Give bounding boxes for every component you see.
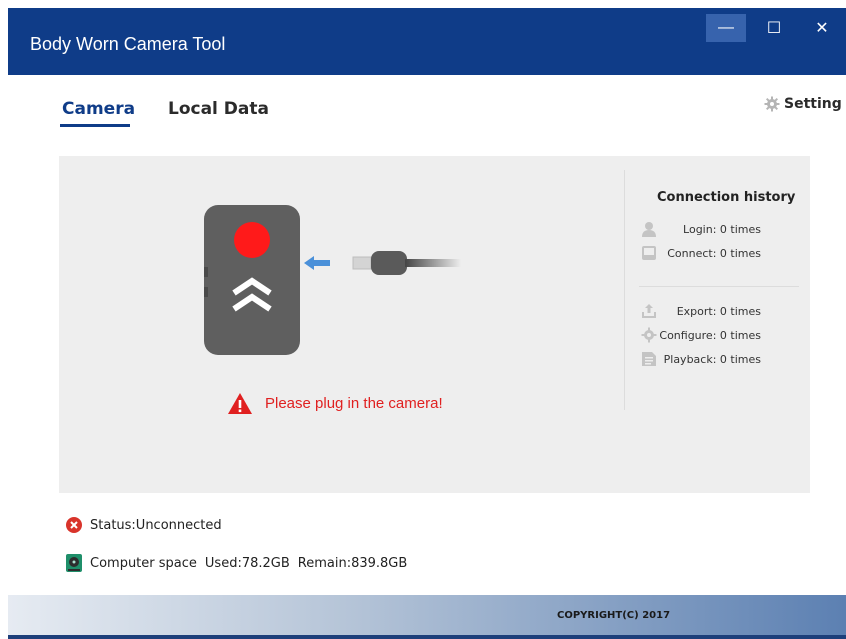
panel-divider [624,170,625,410]
history-row-playback: Playback: 0 times [641,351,761,369]
close-button[interactable]: ✕ [802,14,842,42]
export-icon [642,304,656,318]
bottom-border [8,635,846,639]
remain-space: Remain:839.8GB [297,555,408,571]
camera-panel: Please plug in the camera! Connection hi… [59,156,810,493]
arrow-left-icon [304,256,330,270]
history-login-label: Login: 0 times [683,223,761,236]
connection-history-title: Connection history [657,190,796,205]
gear-icon [641,327,657,343]
minimize-button[interactable]: — [706,14,746,42]
status-text: Status:Unconnected [90,517,222,533]
history-export-label: Export: 0 times [676,305,761,318]
window-title: Body Worn Camera Tool [30,34,226,54]
title-bar: Body Worn Camera Tool — ☐ ✕ [8,8,846,75]
setting-label: Setting [784,96,842,112]
active-tab-indicator [60,124,130,127]
warning-icon [228,393,252,414]
maximize-button[interactable]: ☐ [754,14,794,42]
tab-local-data[interactable]: Local Data [168,99,269,119]
history-row-connect: Connect: 0 times [641,245,761,263]
gear-icon [764,96,780,112]
history-configure-label: Configure: 0 times [659,329,761,342]
warning-text: Please plug in the camera! [265,395,443,412]
history-row-export: Export: 0 times [641,303,761,321]
footer: COPYRIGHT(C) 2017 [8,595,846,635]
playback-icon [642,352,656,366]
plug-in-warning: Please plug in the camera! [227,392,443,415]
used-space: Used:78.2GB [204,555,290,571]
inbox-icon [642,246,656,260]
disk-icon [66,554,82,572]
computer-space-label: Computer space [90,555,197,571]
history-connect-label: Connect: 0 times [667,247,761,260]
computer-space: Computer space Used:78.2GB Remain:839.8G… [66,554,407,572]
history-row-configure: Configure: 0 times [641,327,761,345]
history-divider [639,286,799,287]
usb-cable-icon [352,251,461,275]
connection-status: Status:Unconnected [66,517,222,533]
tab-camera[interactable]: Camera [62,99,135,119]
user-icon [642,222,656,237]
history-playback-label: Playback: 0 times [663,353,761,366]
camera-device-illustration [204,205,300,355]
history-row-login: Login: 0 times [641,221,761,239]
copyright-text: COPYRIGHT(C) 2017 [557,610,671,621]
error-icon [66,517,82,533]
setting-button[interactable]: Setting [764,96,842,112]
